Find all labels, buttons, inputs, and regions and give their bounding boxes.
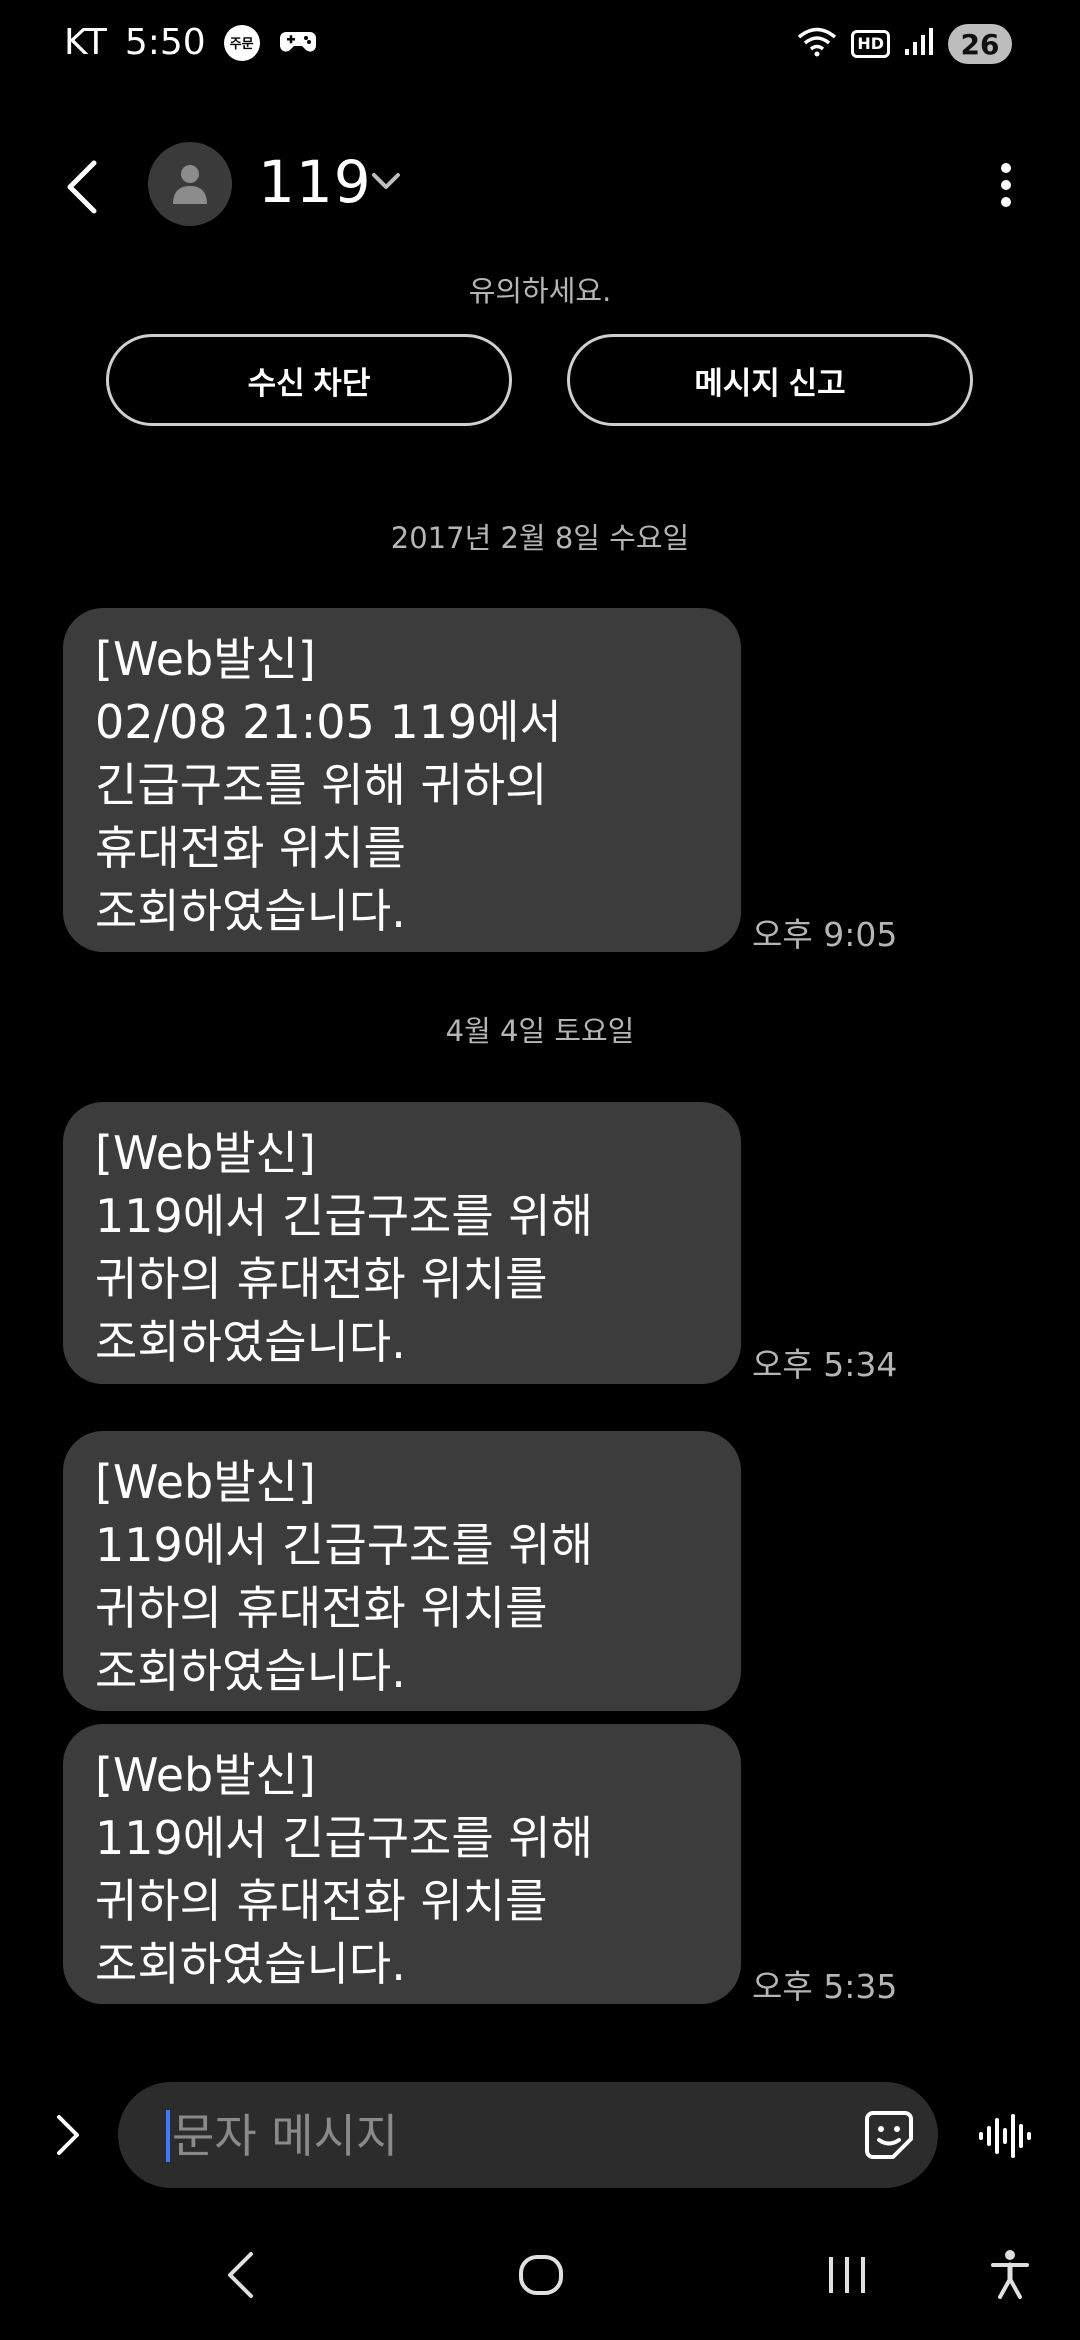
message-line: [Web발신] — [95, 632, 316, 686]
status-time: 5:50 — [124, 22, 206, 63]
voice-waveform-icon — [979, 2114, 1031, 2158]
message-line: [Web발신] — [95, 1748, 316, 1802]
signal-icon — [904, 27, 934, 61]
voice-input-button[interactable] — [970, 2108, 1040, 2164]
message-line: 02/08 21:05 119에서 — [95, 695, 562, 749]
wifi-icon — [797, 26, 837, 62]
message-line: 긴급구조를 위해 귀하의 — [95, 758, 548, 812]
status-right: HD 26 — [797, 24, 1012, 64]
nav-home-icon — [519, 2255, 563, 2295]
battery-icon: 26 — [948, 24, 1012, 64]
contact-chevron-button[interactable] — [370, 170, 410, 200]
nav-home-button[interactable] — [506, 2240, 576, 2310]
nav-back-icon — [228, 2252, 253, 2298]
nav-recents-icon — [829, 2257, 865, 2293]
message-timestamp: 오후 5:35 — [752, 1967, 898, 2006]
message-line: 귀하의 휴대전화 위치를 — [95, 1581, 548, 1635]
message-line: 119에서 긴급구조를 위해 — [95, 1811, 593, 1865]
conversation-header: 119 — [0, 130, 1080, 240]
message-line: [Web발신] — [95, 1126, 316, 1180]
messages-screen: KT 5:50 주문 HD 26 119 유의하세요. 수신 차단 메시지 신고… — [0, 0, 1080, 2340]
message-line: 조회하였습니다. — [95, 884, 406, 938]
chevron-down-icon — [372, 173, 400, 189]
message-line: 조회하였습니다. — [95, 1315, 406, 1369]
caution-text: 유의하세요. — [468, 274, 612, 308]
status-left: KT 5:50 주문 — [64, 22, 318, 63]
date-separator: 2017년 2월 8일 수요일 — [390, 521, 690, 555]
message-bubble[interactable]: [Web발신] 119에서 긴급구조를 위해 귀하의 휴대전화 위치를 조회하였… — [63, 1431, 741, 1711]
message-bubble[interactable]: [Web발신] 02/08 21:05 119에서 긴급구조를 위해 귀하의 휴… — [63, 608, 741, 952]
message-line: 119에서 긴급구조를 위해 — [95, 1518, 593, 1572]
avatar[interactable] — [148, 142, 232, 226]
system-navigation-bar — [0, 2220, 1080, 2330]
message-bubble[interactable]: [Web발신] 119에서 긴급구조를 위해 귀하의 휴대전화 위치를 조회하였… — [63, 1102, 741, 1384]
message-input-container[interactable] — [118, 2082, 938, 2188]
person-icon — [173, 165, 207, 204]
emoji-sticker-icon — [865, 2111, 913, 2159]
message-timestamp: 오후 5:34 — [752, 1345, 898, 1384]
contact-name[interactable]: 119 — [258, 148, 372, 216]
back-button[interactable] — [52, 152, 112, 222]
message-line: 휴대전화 위치를 — [95, 821, 406, 875]
report-message-button[interactable]: 메시지 신고 — [567, 334, 973, 426]
carrier-label: KT — [64, 22, 107, 63]
order-badge-icon: 주문 — [223, 24, 260, 61]
game-controller-icon — [278, 26, 318, 60]
more-vertical-icon — [1001, 163, 1011, 207]
message-line: 조회하였습니다. — [95, 1937, 406, 1991]
message-line: 귀하의 휴대전화 위치를 — [95, 1874, 548, 1928]
back-arrow-icon — [67, 160, 97, 214]
nav-recents-button[interactable] — [812, 2240, 882, 2310]
message-timestamp: 오후 9:05 — [752, 915, 898, 954]
block-sender-button[interactable]: 수신 차단 — [106, 334, 512, 426]
accessibility-icon — [991, 2250, 1029, 2299]
message-line: 조회하였습니다. — [95, 1644, 406, 1698]
accessibility-button[interactable] — [980, 2238, 1040, 2312]
nav-back-button[interactable] — [210, 2240, 270, 2310]
message-input[interactable] — [170, 2102, 794, 2170]
message-bubble[interactable]: [Web발신] 119에서 긴급구조를 위해 귀하의 휴대전화 위치를 조회하였… — [63, 1724, 741, 2004]
more-options-button[interactable] — [976, 150, 1036, 220]
emoji-button[interactable] — [860, 2106, 918, 2164]
date-separator: 4월 4일 토요일 — [445, 1014, 635, 1048]
expand-chevron-icon — [57, 2115, 79, 2155]
hd-voice-icon: HD — [851, 30, 890, 58]
expand-button[interactable] — [48, 2110, 88, 2160]
status-bar: KT 5:50 주문 HD 26 — [0, 0, 1080, 96]
message-composer — [0, 2082, 1080, 2188]
message-line: 119에서 긴급구조를 위해 — [95, 1189, 593, 1243]
message-line: 귀하의 휴대전화 위치를 — [95, 1252, 548, 1306]
message-line: [Web발신] — [95, 1455, 316, 1509]
